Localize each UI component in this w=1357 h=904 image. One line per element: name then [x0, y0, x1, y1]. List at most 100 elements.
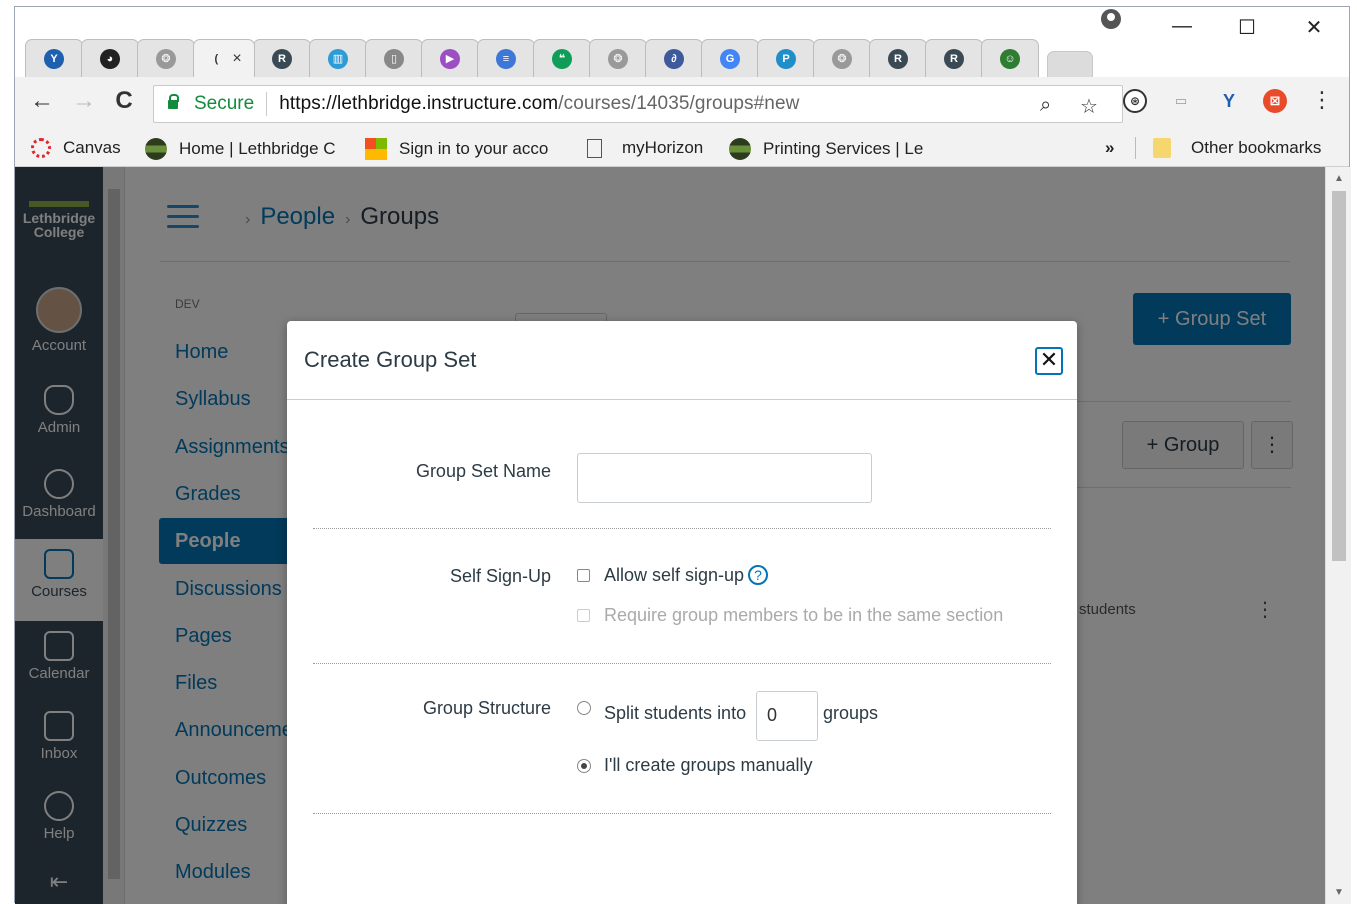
browser-tab[interactable]: ◕	[81, 39, 139, 77]
scroll-up-icon[interactable]: ▲	[1334, 173, 1344, 184]
browser-tab[interactable]: ❂	[589, 39, 647, 77]
extension-y-icon[interactable]: Y	[1217, 89, 1241, 113]
close-window-button[interactable]: ✕	[1299, 15, 1329, 40]
canvas-icon: ❂	[608, 48, 628, 69]
browser-tab[interactable]: R	[253, 39, 311, 77]
browser-tab[interactable]: ▥	[309, 39, 367, 77]
bookmark-label: Other bookmarks	[1191, 138, 1322, 157]
hangouts-icon: ❝	[552, 48, 572, 69]
require-same-section-label: Require group members to be in the same …	[604, 605, 1004, 625]
extension-mail-icon[interactable]: ⊠	[1263, 89, 1287, 113]
create-group-set-dialog: Create Group Set ✕ Group Set Name Self S…	[287, 321, 1077, 904]
url-text[interactable]: https://lethbridge.instructure.com/cours…	[279, 93, 799, 115]
browser-toolbar: ← → C Secure https://lethbridge.instruct…	[15, 77, 1349, 129]
lethbridge-icon	[729, 138, 751, 160]
help-icon[interactable]: ?	[748, 565, 769, 585]
cartoon-icon: ☺	[1000, 48, 1020, 69]
browser-tab[interactable]: P	[757, 39, 815, 77]
zoom-icon[interactable]: ⌕	[1040, 94, 1051, 117]
divider	[266, 92, 268, 116]
browser-tab[interactable]: G	[701, 39, 759, 77]
y-icon: Y	[44, 48, 64, 69]
chart-icon: ▥	[328, 48, 348, 69]
bookmark-star-icon[interactable]: ☆	[1080, 94, 1098, 119]
create-manually-label: I'll create groups manually	[604, 755, 813, 775]
browser-tab[interactable]: ❝	[533, 39, 591, 77]
r-icon: R	[272, 48, 292, 69]
bookmark-sign-in[interactable]: Sign in to your acco	[365, 138, 548, 160]
browser-tab[interactable]: ≡	[477, 39, 535, 77]
canvas-icon: ❂	[156, 48, 176, 69]
extension-swirl-icon[interactable]: ⊛	[1123, 89, 1147, 113]
pinterest-icon: P	[776, 48, 796, 69]
lethbridge-icon	[145, 138, 167, 160]
browser-tab[interactable]: ❂	[813, 39, 871, 77]
google-icon: G	[720, 48, 740, 69]
browser-menu-icon[interactable]: ⋮	[1307, 87, 1337, 113]
bookmark-myhorizon[interactable]: myHorizon	[587, 138, 703, 158]
create-manually-radio[interactable]	[577, 759, 591, 773]
reload-button[interactable]: C	[109, 87, 139, 115]
split-students-label: Split students into	[604, 703, 747, 723]
page-scrollbar[interactable]: ▲ ▼	[1325, 167, 1351, 904]
dialog-header: Create Group Set ✕	[287, 321, 1077, 400]
bookmark-canvas[interactable]: Canvas	[31, 138, 121, 158]
divider	[313, 813, 1051, 814]
require-same-section-checkbox	[577, 609, 590, 622]
microsoft-icon	[365, 138, 387, 160]
bookmark-home-lethbridge[interactable]: Home | Lethbridge C	[145, 138, 336, 160]
dialog-close-button[interactable]: ✕	[1035, 347, 1063, 375]
back-button[interactable]: ←	[27, 87, 57, 115]
allow-self-signup-checkbox[interactable]	[577, 569, 590, 582]
forward-button[interactable]: →	[69, 87, 99, 115]
bookmark-printing-services[interactable]: Printing Services | Le	[729, 138, 923, 160]
maximize-button[interactable]: ☐	[1232, 15, 1262, 40]
bookmark-label: Canvas	[63, 138, 121, 157]
canvas-icon	[31, 138, 51, 158]
bookmark-label: myHorizon	[622, 138, 704, 157]
cast-icon[interactable]: ▭	[1169, 89, 1193, 113]
divider	[313, 663, 1051, 664]
option-label: Allow self sign-up	[604, 565, 745, 585]
address-bar[interactable]: Secure https://lethbridge.instructure.co…	[153, 85, 1123, 123]
browser-tab[interactable]: ☺	[981, 39, 1039, 77]
r-icon: R	[944, 48, 964, 69]
folder-icon	[1153, 138, 1171, 158]
slides-icon: ▶	[440, 48, 460, 69]
secure-label: Secure	[194, 93, 255, 114]
bookmark-label: Sign in to your acco	[399, 139, 549, 158]
split-students-radio[interactable]	[577, 701, 591, 715]
browser-tab[interactable]: ▶	[421, 39, 479, 77]
browser-tab[interactable]: Y	[25, 39, 83, 77]
minimize-button[interactable]: —	[1167, 15, 1197, 38]
browser-tab[interactable]: ❂	[137, 39, 195, 77]
bookmark-label: Home | Lethbridge C	[179, 139, 336, 158]
group-structure-label: Group Structure	[422, 698, 551, 718]
title-bar: Y ◕ ❂(× R ▥ ▯ ▶ ≡ ❝ ❂ ∂ G P ❂ R R ☺ — ☐ ✕	[15, 7, 1349, 77]
browser-tab[interactable]: (×	[193, 39, 255, 77]
other-bookmarks[interactable]: Other bookmarks	[1153, 138, 1321, 158]
groups-suffix-label: groups	[823, 703, 879, 723]
profile-icon[interactable]	[1101, 9, 1121, 29]
tab-strip: Y ◕ ❂(× R ▥ ▯ ▶ ≡ ❝ ❂ ∂ G P ❂ R R ☺	[25, 35, 1093, 77]
browser-tab[interactable]: R	[925, 39, 983, 77]
bookmarks-bar: Canvas Home | Lethbridge C Sign in to yo…	[15, 129, 1349, 167]
scroll-down-icon[interactable]: ▼	[1334, 887, 1344, 898]
self-signup-label: Self Sign-Up	[449, 566, 551, 586]
group-count-input[interactable]: 0	[756, 691, 818, 741]
browser-tab[interactable]: ∂	[645, 39, 703, 77]
browser-tab[interactable]: R	[869, 39, 927, 77]
scrollbar-thumb[interactable]	[1332, 191, 1346, 561]
more-bookmarks-button[interactable]: »	[1105, 138, 1114, 158]
browser-tab[interactable]: ▯	[365, 39, 423, 77]
new-tab-button[interactable]	[1047, 51, 1093, 77]
divider	[313, 528, 1051, 529]
tab-close-icon[interactable]: ×	[232, 50, 241, 68]
group-set-name-input[interactable]	[577, 453, 872, 503]
allow-self-signup-option[interactable]: Allow self sign-up?	[604, 565, 769, 586]
url-path: /courses/14035/groups#new	[558, 93, 800, 114]
canvas-icon: ❂	[832, 48, 852, 69]
page-icon	[587, 138, 602, 158]
group-set-name-label: Group Set Name	[415, 461, 551, 481]
canvas-page: Lethbridge College Account Admin Dashboa…	[15, 167, 1351, 904]
